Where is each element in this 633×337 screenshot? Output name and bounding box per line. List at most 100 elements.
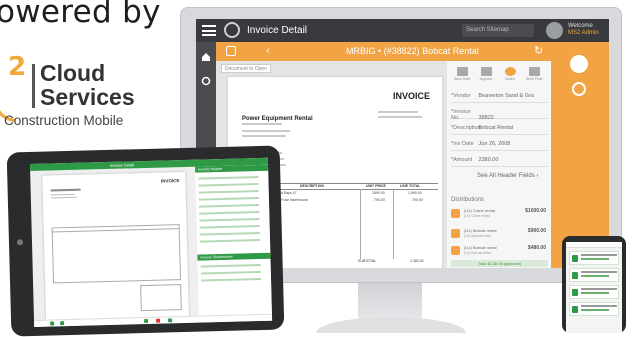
distributions-label: Distributions	[451, 197, 485, 203]
company-logo: 2 ◟ Cloud Services Construction Mobile	[0, 50, 144, 140]
monitor-stand	[358, 283, 422, 319]
text-line	[50, 196, 77, 199]
item-title-line	[581, 254, 617, 256]
text-line	[242, 135, 286, 137]
field-line	[199, 211, 260, 215]
menu-icon[interactable]	[202, 25, 216, 36]
distribution-icon	[451, 209, 460, 218]
distribution-sub: (U1) Bobcat rental	[464, 234, 491, 238]
distribution-name: (U1) Bobcat rental	[464, 245, 497, 250]
logo-word-services: Services	[40, 84, 135, 110]
refresh-icon[interactable]: ↻	[534, 44, 543, 57]
document-button[interactable]: Document to Open	[221, 64, 271, 73]
approve-button[interactable]: Approve	[475, 67, 497, 81]
save-draft-button[interactable]: Save Draft	[451, 67, 473, 81]
table-rule	[360, 189, 361, 259]
workflow-button[interactable]: Work Flow	[523, 67, 545, 81]
field-line	[199, 225, 260, 229]
toolbar-icon[interactable]	[50, 321, 55, 326]
table-rule	[393, 189, 394, 259]
user-name[interactable]: MS2 Admin	[568, 30, 599, 37]
inv-date-label: *Inv Date	[451, 141, 474, 147]
tablet-header-panel[interactable]: Invoice Header	[195, 164, 269, 173]
distribution-icon	[451, 246, 460, 255]
amount-field[interactable]: *Amount 2380.00	[451, 153, 548, 167]
powered-by-text: owered by	[0, 0, 161, 30]
tablet-title: Invoice Detail	[109, 162, 135, 168]
text-line	[378, 111, 418, 113]
col-description: DESCRIPTION	[300, 184, 324, 188]
item-title-line	[581, 305, 617, 307]
home-icon[interactable]	[201, 52, 211, 62]
approve-icon	[480, 67, 492, 76]
see-all-fields-label: See All Header Fields	[477, 173, 535, 179]
save-draft-label: Save Draft	[453, 77, 471, 81]
logo-subtitle: Construction Mobile	[4, 113, 124, 128]
phone-list-item[interactable]	[569, 268, 619, 282]
invoice-heading: INVOICE	[392, 91, 430, 101]
invoice-no-label: *Invoice No.	[451, 109, 471, 121]
logo-word-cloud: Cloud	[40, 60, 106, 86]
distribution-amount: $1000.00	[525, 208, 546, 214]
field-line	[200, 270, 261, 275]
invoice-no-field[interactable]: *Invoice No. 38822	[451, 105, 548, 121]
notes-label: Notes	[505, 77, 515, 81]
item-sub-line	[581, 292, 609, 294]
item-sub-line	[581, 309, 609, 311]
document-icon	[572, 306, 578, 313]
row2-line-total: 790.00	[412, 198, 423, 202]
toolbar-icon[interactable]	[156, 318, 161, 323]
tag-icon[interactable]	[226, 46, 236, 56]
phone-list-item[interactable]	[569, 285, 619, 299]
tablet-screen: Invoice Detail INVOICE Invoice Header In…	[29, 157, 273, 327]
text-line	[50, 188, 81, 192]
toolbar-icon[interactable]	[144, 318, 149, 324]
phone-screen	[566, 242, 622, 333]
row1-line-total: 1,590.00	[408, 191, 422, 195]
phone-list-item[interactable]	[569, 251, 619, 265]
avatar[interactable]	[546, 22, 563, 39]
phone-list-item[interactable]	[569, 302, 619, 316]
field-line	[200, 263, 261, 268]
text-line	[242, 130, 290, 132]
tablet-distributions-panel[interactable]: Invoice Distributions	[197, 252, 271, 261]
vendor-field[interactable]: *Vendor Beaverton Sand & Gra	[451, 89, 548, 103]
approve-label: Approve	[479, 77, 493, 81]
distribution-row[interactable]: (U1) Crane rental $1000.00 (U1) Crane re…	[451, 207, 548, 226]
inv-date-field[interactable]: *Inv Date Jun 26, 2008	[451, 137, 548, 151]
col-unit-price: UNIT PRICE	[366, 184, 386, 188]
field-line	[198, 183, 259, 187]
search-input[interactable]: Search Sitemap	[462, 24, 534, 37]
distribution-icon	[451, 229, 460, 238]
field-line	[198, 190, 259, 194]
tablet-invoice-document: INVOICE	[42, 171, 189, 320]
see-all-fields-link[interactable]: See All Header Fields ›	[477, 173, 538, 179]
welcome-block: Welcome MS2 Admin	[568, 23, 599, 37]
logo-divider	[32, 64, 35, 108]
distribution-amount: $480.00	[527, 245, 546, 251]
item-sub-line	[581, 275, 609, 277]
text-line	[242, 123, 282, 125]
cloud-icon[interactable]	[570, 55, 588, 73]
invoice-company: Power Equipment Rental	[242, 116, 313, 122]
settings-icon[interactable]	[201, 76, 211, 86]
field-line	[199, 218, 260, 222]
toolbar-icon[interactable]	[60, 321, 65, 326]
tablet-invoice-heading: INVOICE	[160, 178, 180, 184]
phone-device	[562, 236, 626, 333]
right-rail	[551, 42, 609, 268]
notes-button[interactable]: Notes	[499, 67, 521, 81]
previous-record-button[interactable]: ‹	[266, 45, 270, 57]
home-button[interactable]	[16, 239, 24, 246]
item-title-line	[581, 288, 617, 290]
field-line	[201, 277, 262, 282]
tablet-device: Invoice Detail INVOICE Invoice Header In…	[6, 145, 285, 337]
description-label: *Description	[451, 125, 481, 131]
description-field[interactable]: *Description Bobcat Rental	[451, 121, 548, 135]
expand-icon[interactable]	[572, 82, 586, 96]
distribution-sub: (U1) Crane rental	[464, 214, 490, 218]
toolbar-icon[interactable]	[168, 318, 173, 323]
document-icon	[572, 272, 578, 279]
monitor-base	[316, 317, 466, 333]
distribution-name: (U1) Crane rental	[464, 208, 495, 213]
